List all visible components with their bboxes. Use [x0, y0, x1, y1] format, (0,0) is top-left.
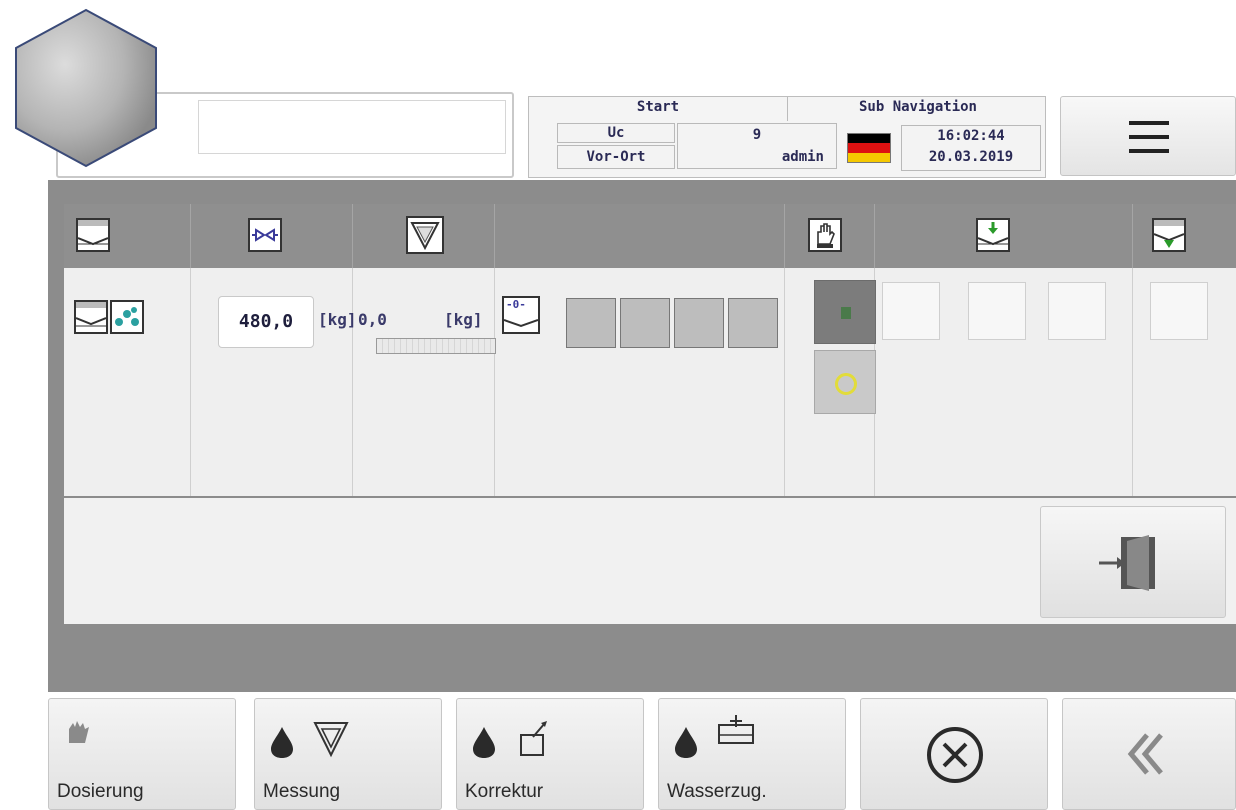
target-weight-unit: [kg] — [318, 310, 357, 329]
table-header-row — [64, 204, 1236, 268]
app-logo — [12, 8, 160, 168]
user-level: 9 — [752, 127, 762, 143]
cancel-button[interactable] — [860, 698, 1048, 810]
water-drops-icon — [110, 300, 144, 334]
user-cell: 9 admin — [677, 123, 837, 169]
discharge-slot-1[interactable] — [1150, 282, 1208, 340]
start-icon — [841, 307, 851, 319]
measure-icon — [313, 722, 349, 758]
manual-hand-icon — [808, 218, 842, 252]
actual-weight-value: 0,0 — [358, 310, 387, 329]
fill-slot-3[interactable] — [1048, 282, 1106, 340]
measure-header-icon — [406, 216, 444, 254]
messung-button[interactable]: Messung — [254, 698, 442, 810]
clock-time: 16:02:44 — [937, 128, 1005, 144]
dosierung-label: Dosierung — [57, 781, 144, 802]
korrektur-button[interactable]: Korrektur — [456, 698, 644, 810]
korrektur-label: Korrektur — [465, 781, 544, 802]
start-button[interactable] — [814, 280, 876, 344]
stop-button[interactable] — [814, 350, 876, 414]
drop-icon — [271, 727, 293, 758]
status-slot-1 — [566, 298, 616, 348]
user-name: admin — [781, 149, 824, 165]
valve-header-icon — [248, 218, 282, 252]
drop-icon — [473, 727, 495, 758]
title-inner-field — [198, 100, 506, 154]
wasserzug-label: Wasserzug. — [667, 781, 767, 802]
stop-ring-icon — [835, 373, 857, 395]
main-menu-button[interactable] — [1060, 96, 1236, 176]
messung-label: Messung — [263, 781, 341, 802]
double-chevron-left-icon — [1127, 733, 1163, 775]
clock-cell: 16:02:44 20.03.2019 — [901, 125, 1041, 171]
language-flag-icon[interactable] — [847, 133, 891, 163]
dosing-table: 480,0 [kg] 0,0 [kg] -0- — [64, 204, 1236, 496]
drop-icon — [675, 727, 697, 758]
status-header: Start Sub Navigation Uc Vor-Ort 9 admin … — [528, 96, 1046, 178]
weight-progress-bar — [376, 338, 496, 354]
footer-nav: Dosierung Messung Korrektur Wasserzug. — [48, 692, 1236, 810]
header-divider — [787, 97, 788, 121]
exit-button[interactable] — [1040, 506, 1226, 618]
clock-date: 20.03.2019 — [928, 149, 1014, 165]
start-label: Start — [636, 99, 680, 115]
dosierung-button[interactable]: Dosierung — [48, 698, 236, 810]
correction-icon — [520, 721, 547, 756]
main-panel: 480,0 [kg] 0,0 [kg] -0- — [48, 180, 1236, 692]
wasserzug-button[interactable]: Wasserzug. — [658, 698, 846, 810]
fill-scale-icon — [976, 218, 1010, 252]
status-slot-2 — [620, 298, 670, 348]
status-slot-4 — [728, 298, 778, 348]
fill-slot-1[interactable] — [882, 282, 940, 340]
actual-weight-unit: [kg] — [444, 310, 483, 329]
target-weight-input[interactable]: 480,0 — [218, 296, 314, 348]
status-slot-3 — [674, 298, 724, 348]
fill-slot-2[interactable] — [968, 282, 1026, 340]
tare-scale-icon[interactable]: -0- — [502, 296, 540, 334]
back-button[interactable] — [1062, 698, 1236, 810]
scale-header-icon — [76, 218, 110, 252]
mode-cell: Uc — [557, 123, 675, 143]
hand-icon — [69, 721, 89, 743]
sub-navigation-label[interactable]: Sub Navigation — [789, 99, 1047, 115]
scale-row-icon — [74, 300, 108, 334]
exit-door-icon — [1099, 535, 1155, 591]
water-draw-icon — [718, 715, 754, 744]
cancel-circle-icon — [927, 727, 983, 783]
action-area — [64, 498, 1236, 624]
location-cell: Vor-Ort — [557, 145, 675, 169]
menu-icon — [1129, 121, 1169, 125]
discharge-scale-icon — [1152, 218, 1186, 252]
